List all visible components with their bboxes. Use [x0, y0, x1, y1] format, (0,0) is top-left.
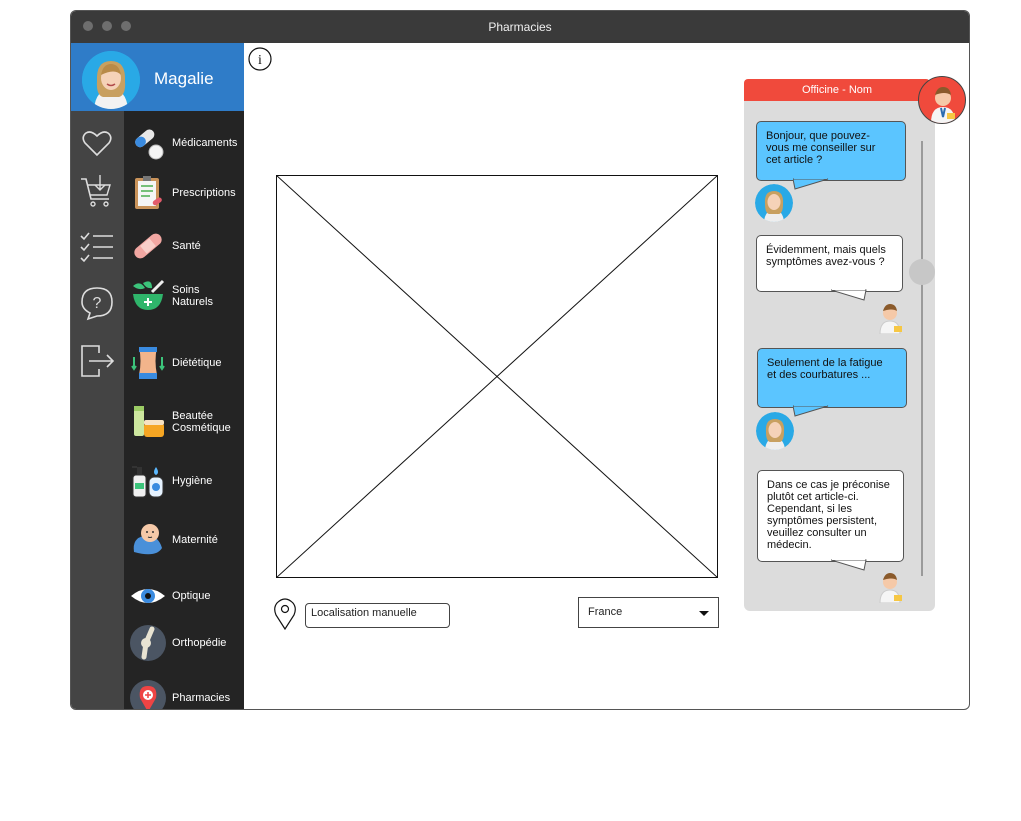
pharmacist-badge: [918, 76, 966, 124]
cart-icon[interactable]: [79, 173, 115, 209]
category-prescriptions[interactable]: Prescriptions: [124, 169, 244, 217]
message-text: Dans ce cas je préconise plutôt cet arti…: [767, 479, 890, 551]
user-chat-avatar: [755, 184, 793, 222]
mortar-leaf-icon: [133, 279, 165, 310]
manual-location-input[interactable]: Localisation manuelle: [305, 603, 450, 628]
message-text: Bonjour, que pouvez- vous me conseiller …: [766, 130, 876, 166]
cosmetics-icon: [134, 406, 164, 437]
pharmacist-chat-avatar: [879, 304, 902, 334]
app-window: Pharmacies Magalie ? Médicaments Prescri…: [70, 10, 970, 710]
category-soins-naturels[interactable]: Soins Naturels: [124, 272, 244, 320]
heart-icon[interactable]: [79, 125, 115, 161]
chat-header: Officine - Nom: [744, 79, 930, 101]
category-medicaments[interactable]: Médicaments: [124, 119, 244, 167]
pharmacist-chat-avatar: [879, 573, 902, 603]
category-menu: Médicaments Prescriptions Santé Soins Na…: [124, 111, 244, 709]
chat-message-user: Seulement de la fatigue et des courbatur…: [757, 348, 907, 408]
chat-scroll-thumb[interactable]: [909, 259, 935, 285]
category-hygiene[interactable]: Hygiène: [124, 457, 244, 505]
category-label: Diététique: [172, 357, 222, 369]
chat-message-pharmacist: Évidemment, mais quels symptômes avez-vo…: [756, 235, 903, 292]
logout-icon[interactable]: [79, 343, 115, 379]
svg-text:?: ?: [93, 295, 102, 312]
category-label: Pharmacies: [172, 692, 231, 704]
category-beaute-cosmetique[interactable]: Beautée Cosmétique: [124, 398, 244, 446]
category-pharmacies[interactable]: Pharmacies: [124, 674, 244, 709]
prescription-icon: [135, 176, 162, 209]
bone-joint-icon: [130, 625, 166, 661]
category-sante[interactable]: Santé: [124, 222, 244, 270]
message-text: Seulement de la fatigue et des courbatur…: [767, 357, 883, 381]
category-label: Beautée Cosmétique: [172, 410, 231, 434]
soap-icon: [132, 466, 164, 498]
country-value: France: [588, 606, 623, 618]
category-label: Santé: [172, 240, 201, 252]
chevron-down-icon: [699, 611, 709, 616]
category-label: Prescriptions: [172, 187, 236, 199]
category-optique[interactable]: Optique: [124, 572, 244, 620]
eye-icon: [131, 589, 165, 603]
category-maternite[interactable]: Maternité: [124, 516, 244, 564]
user-profile[interactable]: Magalie: [71, 43, 244, 111]
chat-message-pharmacist: Dans ce cas je préconise plutôt cet arti…: [757, 470, 904, 562]
user-avatar: [82, 51, 140, 109]
info-icon[interactable]: i: [248, 47, 272, 71]
category-label: Hygiène: [172, 475, 213, 487]
category-label: Maternité: [172, 534, 218, 546]
title-bar: Pharmacies: [71, 11, 969, 43]
svg-text:i: i: [258, 53, 262, 68]
bubble-tail: [793, 405, 829, 417]
waist-icon: [131, 347, 165, 379]
map-image-placeholder: [276, 175, 718, 578]
category-dietetique[interactable]: Diététique: [124, 339, 244, 387]
bubble-tail: [831, 289, 867, 301]
left-rail: ?: [71, 111, 124, 709]
country-select[interactable]: France: [578, 597, 719, 628]
category-label: Médicaments: [172, 137, 238, 149]
baby-icon: [133, 524, 162, 555]
location-pin-icon[interactable]: [272, 598, 298, 630]
help-icon[interactable]: ?: [79, 285, 115, 321]
user-chat-avatar: [756, 412, 794, 450]
bubble-tail: [793, 178, 829, 190]
window-title: Pharmacies: [488, 20, 552, 34]
category-label: Orthopédie: [172, 637, 227, 649]
checklist-icon[interactable]: [79, 229, 115, 265]
pills-icon: [135, 129, 164, 160]
chat-message-user: Bonjour, que pouvez- vous me conseiller …: [756, 121, 906, 181]
category-label: Soins Naturels: [172, 284, 213, 308]
category-label: Optique: [172, 590, 211, 602]
chat-scroll-track[interactable]: [921, 141, 923, 576]
bubble-tail: [831, 559, 867, 571]
map-pin-icon: [130, 680, 166, 709]
user-name: Magalie: [154, 69, 214, 88]
category-orthopedie[interactable]: Orthopédie: [124, 619, 244, 667]
bandage-icon: [134, 233, 162, 259]
message-text: Évidemment, mais quels symptômes avez-vo…: [766, 244, 886, 268]
pharmacist-avatar-icon: [931, 87, 955, 123]
